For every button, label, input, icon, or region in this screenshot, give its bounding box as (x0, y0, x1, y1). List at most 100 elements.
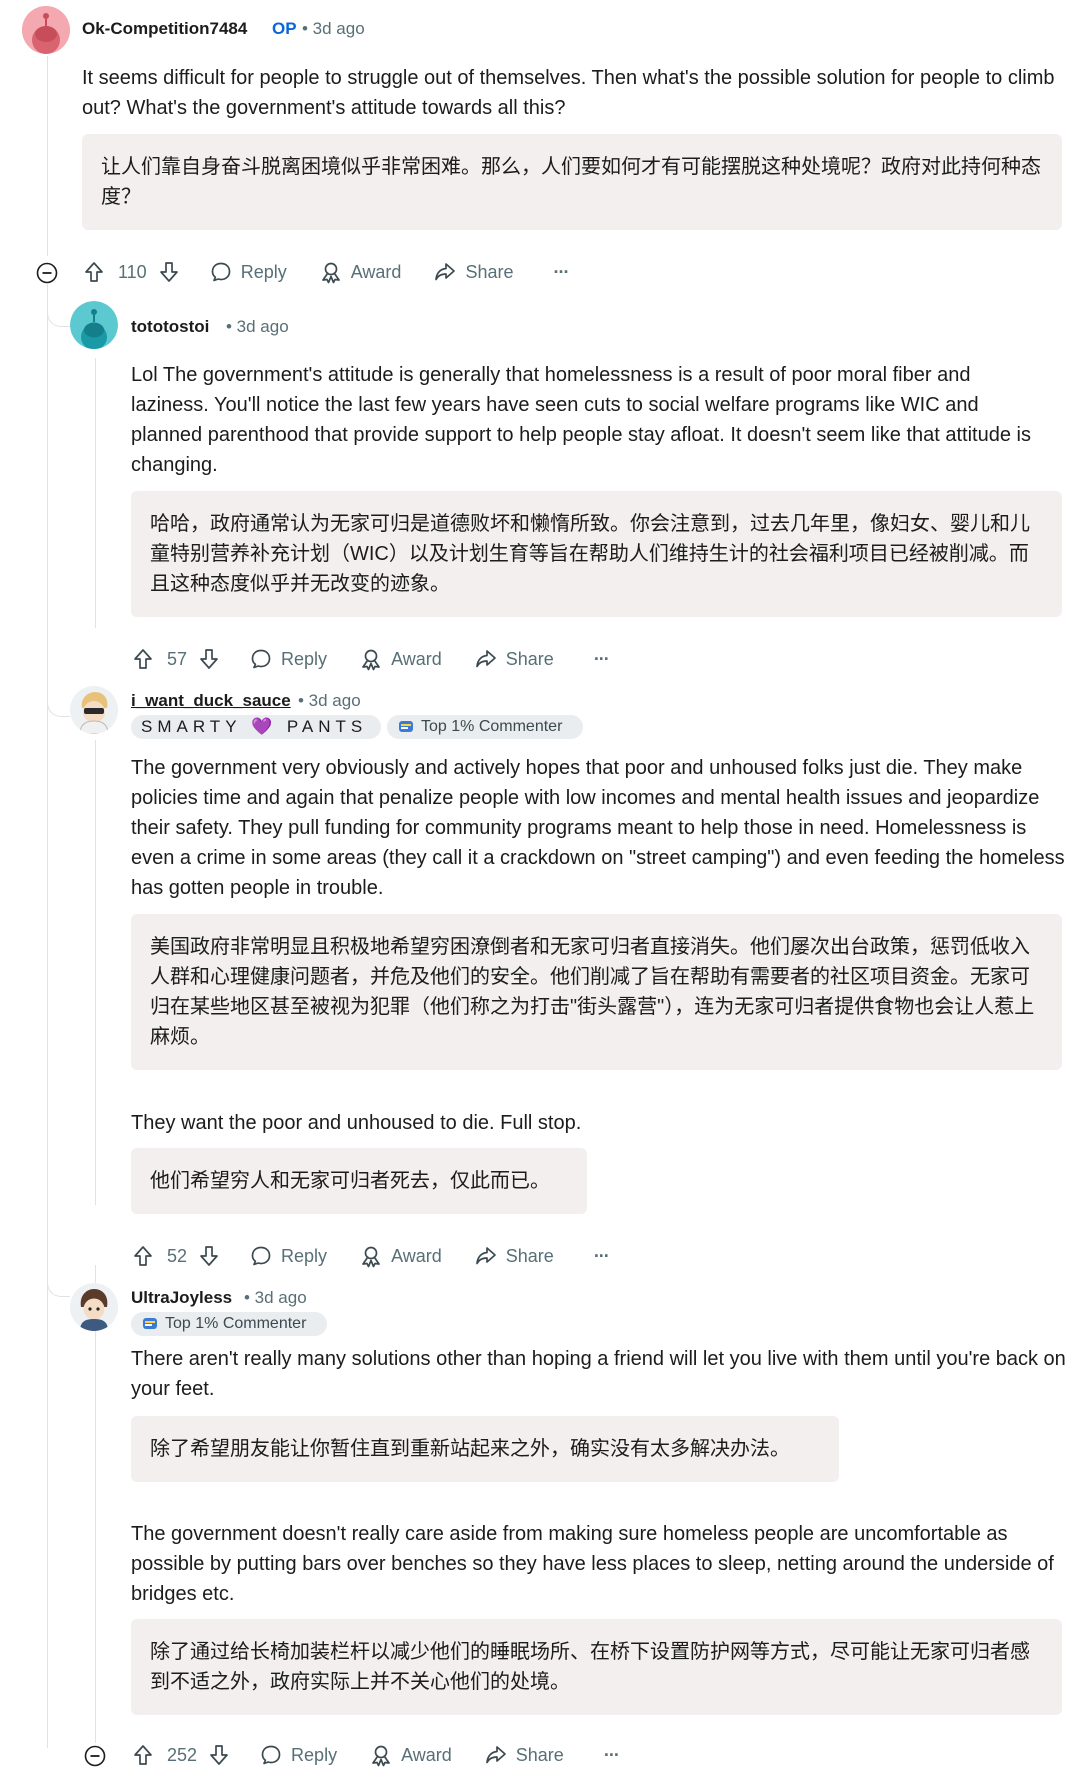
share-button[interactable]: Share (484, 1743, 564, 1767)
award-icon (362, 1246, 380, 1268)
upvote-button[interactable] (131, 647, 155, 671)
upvote-icon (134, 649, 152, 669)
reply-label: Reply (291, 1744, 338, 1765)
comment-body: Lol The government's attitude is general… (131, 364, 1031, 476)
badge-label: Top 1% Commenter (165, 1315, 307, 1332)
snoo-avatar-icon (22, 6, 70, 54)
translation-box: 哈哈，政府通常认为无家可归是道德败坏和懒惰所致。你会注意到，过去几年里，像妇女、… (131, 491, 1062, 617)
character-avatar-icon (70, 1283, 118, 1331)
reply-label: Reply (240, 261, 287, 282)
timestamp: • 3d ago (302, 19, 365, 38)
upvote-button[interactable] (131, 1743, 155, 1767)
snoo-avatar-icon (70, 301, 118, 349)
username[interactable]: UltraJoyless (131, 1288, 232, 1308)
more-options-button[interactable]: ··· (553, 261, 569, 283)
translation-box: 除了希望朋友能让你暂住直到重新站起来之外，确实没有太多解决办法。 (131, 1416, 839, 1482)
downvote-icon (200, 649, 218, 669)
share-button[interactable]: Share (433, 260, 513, 284)
award-label: Award (391, 1245, 442, 1266)
thread-line (95, 358, 96, 628)
more-icon: ··· (553, 261, 569, 282)
share-label: Share (505, 1245, 554, 1266)
trophy-icon (399, 721, 413, 732)
vote-count: 252 (167, 1744, 198, 1765)
reply-icon (251, 649, 271, 669)
share-icon (485, 1746, 506, 1764)
badge-label: Top 1% Commenter (421, 718, 563, 735)
trophy-icon (143, 1318, 157, 1329)
avatar[interactable] (70, 686, 118, 734)
user-flair: SMARTY 💜 PANTS (131, 715, 381, 739)
timestamp: • 3d ago (226, 317, 289, 336)
thread-elbow (47, 674, 70, 717)
award-button[interactable]: Award (319, 260, 402, 284)
share-button[interactable]: Share (474, 1244, 554, 1268)
username[interactable]: tototostoi (131, 317, 209, 337)
thread-line (95, 1265, 96, 1743)
more-options-button[interactable]: ··· (593, 648, 610, 670)
share-icon (475, 650, 496, 668)
thread-line (47, 56, 48, 256)
comment-body: The government very obviously and active… (131, 757, 1065, 899)
user-flair-text: SMARTY 💜 PANTS (141, 717, 368, 736)
more-icon: ··· (593, 648, 610, 669)
comment-actions: 252 Reply Award Share ··· (131, 1735, 620, 1775)
award-label: Award (350, 261, 402, 282)
avatar[interactable] (70, 301, 118, 349)
collapse-icon[interactable] (36, 262, 58, 284)
reply-button[interactable]: Reply (259, 1743, 337, 1767)
more-options-button[interactable]: ··· (593, 1245, 610, 1267)
translation-box: 美国政府非常明显且积极地希望穷困潦倒者和无家可归者直接消失。他们屡次出台政策，惩… (131, 914, 1062, 1070)
downvote-icon (200, 1246, 218, 1266)
reply-label: Reply (281, 648, 328, 669)
avatar[interactable] (22, 6, 70, 54)
reply-icon (211, 262, 231, 282)
thread-line (47, 288, 48, 1748)
upvote-button[interactable] (131, 1244, 155, 1268)
timestamp: • 3d ago (244, 1288, 307, 1307)
reply-button[interactable]: Reply (249, 647, 327, 671)
downvote-icon (210, 1745, 228, 1765)
translation-box: 让人们靠自身奋斗脱离困境似乎非常困难。那么，人们要如何才有可能摆脱这种处境呢？政… (82, 134, 1062, 230)
share-button[interactable]: Share (474, 647, 554, 671)
upvote-button[interactable] (82, 260, 106, 284)
thread-elbow (47, 1254, 70, 1297)
comment-actions: 57 Reply Award Share ··· (131, 639, 610, 679)
comment-body: There aren't really many solutions other… (131, 1348, 1066, 1400)
downvote-button[interactable] (157, 260, 181, 284)
award-icon (362, 649, 380, 671)
thread-elbow (47, 284, 70, 327)
more-icon: ··· (603, 1744, 620, 1765)
username[interactable]: Ok-Competition7484 (82, 19, 247, 39)
op-badge: OP (272, 19, 297, 38)
thread-line (95, 740, 96, 1205)
avatar[interactable] (70, 1283, 118, 1331)
upvote-icon (134, 1246, 152, 1266)
downvote-button[interactable] (207, 1743, 231, 1767)
reply-icon (261, 1745, 281, 1765)
share-icon (435, 263, 456, 281)
award-icon (372, 1745, 390, 1767)
downvote-icon (159, 262, 178, 282)
downvote-button[interactable] (197, 647, 221, 671)
award-button[interactable]: Award (359, 1244, 442, 1268)
more-icon: ··· (593, 1245, 610, 1266)
collapse-icon[interactable] (84, 1745, 106, 1767)
comment-body: They want the poor and unhoused to die. … (131, 1112, 582, 1134)
username[interactable]: i_want_duck_sauce (131, 691, 291, 711)
more-options-button[interactable]: ··· (603, 1744, 620, 1766)
reply-button[interactable]: Reply (209, 260, 287, 284)
share-icon (475, 1247, 496, 1265)
award-button[interactable]: Award (359, 647, 442, 671)
character-avatar-icon (70, 686, 118, 734)
comment-body: The government doesn't really care aside… (131, 1523, 1054, 1605)
translation-box: 除了通过给长椅加装栏杆以减少他们的睡眠场所、在桥下设置防护网等方式，尽可能让无家… (131, 1619, 1062, 1715)
reply-button[interactable]: Reply (249, 1244, 327, 1268)
award-button[interactable]: Award (369, 1743, 452, 1767)
vote-count: 110 (118, 261, 147, 282)
award-label: Award (401, 1744, 452, 1765)
downvote-button[interactable] (197, 1244, 221, 1268)
vote-count: 57 (167, 648, 188, 669)
award-label: Award (391, 648, 442, 669)
reply-label: Reply (281, 1245, 328, 1266)
